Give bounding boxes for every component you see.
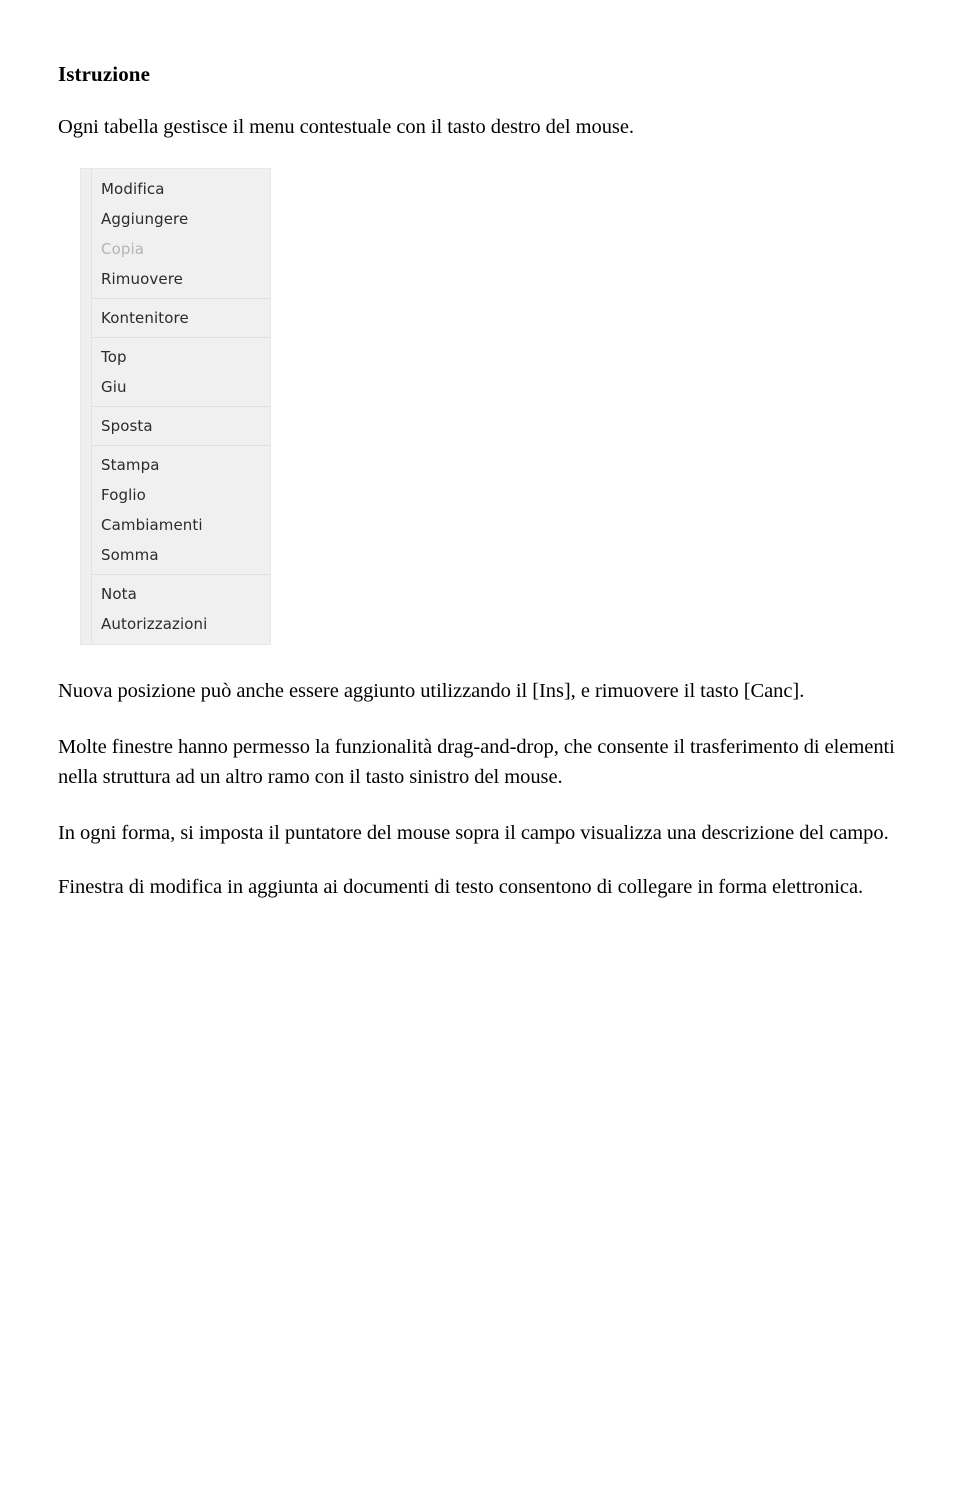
context-menu-figure: Modifica Aggiungere Copia Rimuovere Kontenit… bbox=[80, 168, 271, 645]
paragraph-drag-and-drop: Molte finestre hanno permesso la funzion… bbox=[58, 732, 958, 792]
menu-item-cambiamenti[interactable]: Cambiamenti bbox=[81, 510, 270, 540]
menu-item-sposta[interactable]: Sposta bbox=[81, 411, 270, 441]
menu-item-aggiungere[interactable]: Aggiungere bbox=[81, 204, 270, 234]
menu-item-modifica[interactable]: Modifica bbox=[81, 174, 270, 204]
menu-item-somma[interactable]: Somma bbox=[81, 540, 270, 570]
menu-item-giu[interactable]: Giu bbox=[81, 372, 270, 402]
menu-item-top[interactable]: Top bbox=[81, 342, 270, 372]
menu-item-autorizzazioni[interactable]: Autorizzazioni bbox=[81, 609, 270, 639]
page-title: Istruzione bbox=[58, 62, 150, 86]
document-page: Istruzione Ogni tabella gestisce il menu… bbox=[0, 0, 960, 1493]
menu-item-rimuovere[interactable]: Rimuovere bbox=[81, 264, 270, 294]
menu-separator bbox=[92, 298, 270, 299]
intro-paragraph: Ogni tabella gestisce il menu contestual… bbox=[58, 116, 634, 138]
menu-item-foglio[interactable]: Foglio bbox=[81, 480, 270, 510]
menu-item-nota[interactable]: Nota bbox=[81, 579, 270, 609]
paragraph-attachments: Finestra di modifica in aggiunta ai docu… bbox=[58, 876, 864, 898]
context-menu-list: Modifica Aggiungere Copia Rimuovere Kontenit… bbox=[81, 169, 270, 644]
menu-item-kontenitore[interactable]: Kontenitore bbox=[81, 303, 270, 333]
menu-separator bbox=[92, 574, 270, 575]
menu-separator bbox=[92, 337, 270, 338]
paragraph-tooltip: In ogni forma, si imposta il puntatore d… bbox=[58, 822, 889, 844]
paragraph-insert-delete: Nuova posizione può anche essere aggiunt… bbox=[58, 680, 805, 702]
menu-item-stampa[interactable]: Stampa bbox=[81, 450, 270, 480]
paragraph-line: Molte finestre hanno permesso la funzion… bbox=[58, 736, 895, 758]
menu-item-copia: Copia bbox=[101, 240, 145, 258]
paragraph-line: nella struttura ad un altro ramo con il … bbox=[58, 766, 563, 788]
menu-separator bbox=[92, 445, 270, 446]
menu-separator bbox=[92, 406, 270, 407]
